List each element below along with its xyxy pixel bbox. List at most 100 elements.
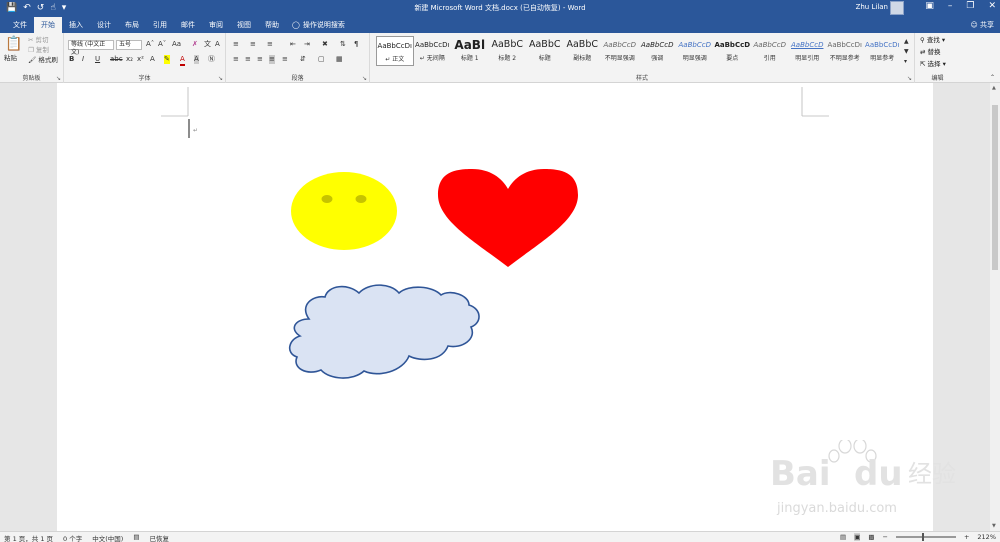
minimize-icon[interactable]: – (948, 1, 953, 11)
format-painter-button[interactable]: 🖌 格式刷 (28, 56, 58, 65)
numbering-icon[interactable]: ≡ (250, 40, 256, 49)
find-button[interactable]: ⚲ 查找 ▾ (920, 36, 946, 45)
font-launcher-icon[interactable]: ↘ (218, 75, 223, 82)
replace-button[interactable]: ⇄ 替换 (920, 48, 946, 57)
style-title[interactable]: AaBbC 标题 (526, 36, 564, 66)
avatar[interactable] (890, 1, 904, 15)
tell-me-search[interactable]: ◯ 操作说明搜索 (286, 17, 351, 33)
tab-review[interactable]: 审阅 (202, 17, 230, 33)
font-size-select[interactable]: 五号 (116, 40, 142, 50)
scroll-thumb[interactable] (992, 105, 998, 270)
underline-button[interactable]: U (95, 55, 100, 64)
web-layout-icon[interactable]: ▩ (868, 533, 874, 541)
sort-icon[interactable]: ⇅ (340, 40, 346, 49)
italic-button[interactable]: I (82, 55, 84, 64)
increase-indent-icon[interactable]: ⇥ (304, 40, 310, 49)
style-intense-quote[interactable]: AaBbCcD 明显引用 (789, 36, 827, 66)
tab-help[interactable]: 帮助 (258, 17, 286, 33)
cloud-shape[interactable] (288, 284, 480, 379)
distributed-icon[interactable]: ≡ (282, 55, 288, 64)
styles-launcher-icon[interactable]: ↘ (907, 75, 912, 82)
style-subtle-emphasis[interactable]: AaBbCcD 不明显强调 (601, 36, 639, 66)
line-spacing-icon[interactable]: ⇵ (300, 55, 306, 64)
close-icon[interactable]: ✕ (988, 1, 996, 11)
page-count[interactable]: 第 1 页，共 1 页 (4, 533, 53, 542)
zoom-out-icon[interactable]: − (883, 533, 888, 541)
bullets-icon[interactable]: ≡ (233, 40, 239, 49)
style-emphasis[interactable]: AaBbCcD 强调 (639, 36, 677, 66)
scroll-down-icon[interactable]: ▼ (992, 523, 996, 529)
highlight-icon[interactable]: ✎ (164, 55, 170, 64)
align-left-icon[interactable]: ≡ (233, 55, 239, 64)
share-button[interactable]: ☺ 共享 (970, 17, 994, 33)
align-center-icon[interactable]: ≡ (245, 55, 251, 64)
style-normal[interactable]: AaBbCcDı ↵ 正文 (376, 36, 414, 66)
clipboard-launcher-icon[interactable]: ↘ (56, 75, 61, 82)
heart-shape[interactable] (438, 169, 578, 267)
style-intense-reference[interactable]: AaBbCcDı 明显参考 (864, 36, 902, 66)
style-intense-emphasis[interactable]: AaBbCcD 明显强调 (676, 36, 714, 66)
paragraph-launcher-icon[interactable]: ↘ (362, 75, 367, 82)
phonetic-guide-icon[interactable]: 文 (204, 40, 211, 49)
text-effects-icon[interactable]: A (150, 55, 155, 64)
strikethrough-icon[interactable]: abc (110, 55, 123, 64)
justify-icon[interactable]: ≡ (269, 55, 275, 64)
clear-format-icon[interactable]: ✗ (192, 40, 198, 49)
chinese-layout-icon[interactable]: ✖ (322, 40, 328, 49)
read-mode-icon[interactable]: ▤ (840, 533, 846, 541)
paste-icon[interactable]: 📋 (5, 37, 22, 51)
user-name[interactable]: Zhu Lilan (856, 3, 888, 11)
tab-design[interactable]: 设计 (90, 17, 118, 33)
zoom-slider[interactable] (895, 533, 956, 541)
tab-mailings[interactable]: 邮件 (174, 17, 202, 33)
font-name-select[interactable]: 等线 (中文正文) (68, 40, 114, 56)
style-subtitle[interactable]: AaBbC 副标题 (564, 36, 602, 66)
style-heading-1[interactable]: AaBl 标题 1 (451, 36, 489, 66)
word-count[interactable]: 0 个字 (63, 533, 82, 542)
styles-more-icon[interactable]: ▾ (904, 57, 907, 66)
grow-font-icon[interactable]: Aˆ (146, 40, 154, 49)
style-heading-2[interactable]: AaBbC 标题 2 (489, 36, 527, 66)
borders-icon[interactable]: ▦ (336, 55, 343, 64)
scroll-up-icon[interactable]: ▲ (992, 85, 996, 91)
char-shading-icon[interactable]: A (194, 55, 199, 64)
tab-file[interactable]: 文件 (6, 17, 34, 33)
zoom-slider-thumb[interactable] (921, 533, 924, 541)
zoom-in-icon[interactable]: + (964, 533, 969, 541)
styles-scroll-down-icon[interactable]: ▼ (904, 47, 909, 56)
restore-icon[interactable]: ❐ (966, 1, 974, 11)
zoom-level[interactable]: 212% (977, 533, 996, 541)
decrease-indent-icon[interactable]: ⇤ (290, 40, 296, 49)
show-marks-icon[interactable]: ¶ (354, 40, 358, 49)
char-border-icon[interactable]: A (215, 40, 220, 49)
ribbon-display-icon[interactable]: ▣ (925, 1, 934, 11)
enclose-char-icon[interactable]: Ⓝ (208, 55, 215, 64)
multilevel-list-icon[interactable]: ≡ (267, 40, 273, 49)
shrink-font-icon[interactable]: Aˇ (158, 40, 166, 49)
shading-icon[interactable]: ▢ (318, 55, 325, 64)
styles-scroll-up-icon[interactable]: ▲ (904, 37, 909, 46)
tab-insert[interactable]: 插入 (62, 17, 90, 33)
select-button[interactable]: ⇱ 选择 ▾ (920, 60, 946, 69)
collapse-ribbon-icon[interactable]: ⌃ (990, 73, 995, 82)
tab-layout[interactable]: 布局 (118, 17, 146, 33)
style-subtle-reference[interactable]: AaBbCcDı 不明显参考 (826, 36, 864, 66)
change-case-icon[interactable]: Aa (172, 40, 181, 49)
paste-button[interactable]: 粘贴 (4, 54, 17, 63)
tab-home[interactable]: 开始 (34, 17, 62, 33)
style-no-spacing[interactable]: AaBbCcDı ↵ 无间隔 (414, 36, 452, 66)
smiley-face-shape[interactable] (291, 172, 397, 250)
subscript-icon[interactable]: x₂ (126, 55, 133, 64)
style-quote[interactable]: AaBbCcD 引用 (751, 36, 789, 66)
style-strong[interactable]: AaBbCcD 要点 (714, 36, 752, 66)
print-layout-icon[interactable]: ▣ (854, 533, 861, 541)
macro-icon[interactable]: ▤ (133, 533, 139, 542)
language[interactable]: 中文(中国) (92, 533, 123, 542)
tab-references[interactable]: 引用 (146, 17, 174, 33)
cut-button[interactable]: ✂ 剪切 (28, 36, 49, 45)
copy-button[interactable]: ❐ 复制 (28, 46, 49, 55)
superscript-icon[interactable]: x² (137, 55, 144, 64)
align-right-icon[interactable]: ≡ (257, 55, 263, 64)
tab-view[interactable]: 视图 (230, 17, 258, 33)
font-color-icon[interactable]: A (180, 55, 185, 66)
